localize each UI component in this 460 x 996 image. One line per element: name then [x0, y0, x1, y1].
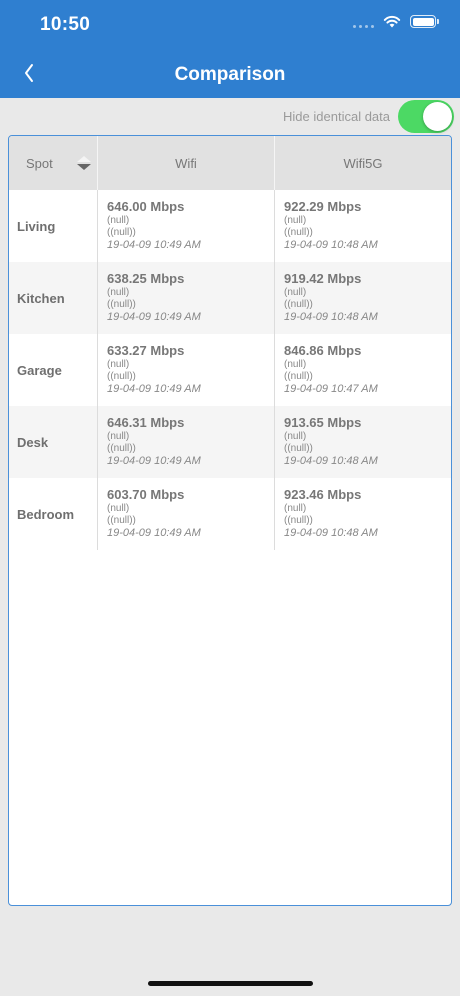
sort-icon	[77, 156, 91, 170]
speed-value: 922.29 Mbps	[284, 199, 362, 214]
wifi-cell: 633.27 Mbps (null) ((null)) 19-04-09 10:…	[97, 334, 274, 406]
speed-value: 846.86 Mbps	[284, 343, 362, 358]
spot-cell: Kitchen	[17, 290, 65, 306]
info-line: (null)	[107, 503, 130, 514]
wifi-cell: 603.70 Mbps (null) ((null)) 19-04-09 10:…	[97, 478, 274, 550]
timestamp: 19-04-09 10:48 AM	[284, 527, 378, 539]
speed-value: 633.27 Mbps	[107, 343, 185, 358]
column-header-spot[interactable]: Spot	[9, 136, 97, 190]
column-header-wifi5g: Wifi5G	[274, 136, 451, 190]
timestamp: 19-04-09 10:48 AM	[284, 239, 378, 251]
speed-value: 913.65 Mbps	[284, 415, 362, 430]
speed-value: 646.00 Mbps	[107, 199, 185, 214]
column-header-label: Spot	[26, 155, 53, 171]
cellular-signal-icon	[353, 16, 374, 28]
table-row: Living 646.00 Mbps (null) ((null)) 19-04…	[9, 190, 451, 262]
wifi5g-cell: 919.42 Mbps (null) ((null)) 19-04-09 10:…	[274, 262, 451, 334]
wifi5g-cell: 923.46 Mbps (null) ((null)) 19-04-09 10:…	[274, 478, 451, 550]
info-line: ((null))	[107, 515, 136, 526]
info-line: (null)	[284, 431, 307, 442]
info-line: (null)	[284, 359, 307, 370]
comparison-table: Spot Wifi Wifi5G Living 646.00 Mbps (nul…	[8, 135, 452, 906]
info-line: ((null))	[284, 227, 313, 238]
speed-value: 638.25 Mbps	[107, 271, 185, 286]
wifi-cell: 646.00 Mbps (null) ((null)) 19-04-09 10:…	[97, 190, 274, 262]
info-line: (null)	[284, 287, 307, 298]
speed-value: 646.31 Mbps	[107, 415, 185, 430]
speed-value: 919.42 Mbps	[284, 271, 362, 286]
timestamp: 19-04-09 10:49 AM	[107, 527, 201, 539]
info-line: ((null))	[284, 443, 313, 454]
wifi-cell: 646.31 Mbps (null) ((null)) 19-04-09 10:…	[97, 406, 274, 478]
nav-header: 10:50 Comparison	[0, 0, 460, 98]
hide-identical-label: Hide identical data	[283, 109, 390, 124]
hide-identical-row: Hide identical data	[283, 100, 454, 133]
table-row: Desk 646.31 Mbps (null) ((null)) 19-04-0…	[9, 406, 451, 478]
spot-cell: Garage	[17, 362, 62, 378]
timestamp: 19-04-09 10:49 AM	[107, 455, 201, 467]
spot-cell: Desk	[17, 434, 49, 450]
timestamp: 19-04-09 10:48 AM	[284, 311, 378, 323]
info-line: ((null))	[107, 299, 136, 310]
status-icons	[353, 15, 439, 28]
info-line: (null)	[284, 503, 307, 514]
column-header-wifi: Wifi	[97, 136, 274, 190]
wifi5g-cell: 846.86 Mbps (null) ((null)) 19-04-09 10:…	[274, 334, 451, 406]
table-row: Garage 633.27 Mbps (null) ((null)) 19-04…	[9, 334, 451, 406]
timestamp: 19-04-09 10:49 AM	[107, 383, 201, 395]
timestamp: 19-04-09 10:47 AM	[284, 383, 378, 395]
info-line: ((null))	[107, 443, 136, 454]
info-line: ((null))	[284, 515, 313, 526]
wifi-icon	[383, 15, 401, 28]
info-line: ((null))	[107, 227, 136, 238]
info-line: (null)	[284, 215, 307, 226]
home-indicator[interactable]	[148, 981, 313, 986]
info-line: ((null))	[284, 299, 313, 310]
info-line: (null)	[107, 359, 130, 370]
info-line: (null)	[107, 287, 130, 298]
hide-identical-switch[interactable]	[398, 100, 454, 133]
battery-icon	[410, 15, 439, 28]
wifi-cell: 638.25 Mbps (null) ((null)) 19-04-09 10:…	[97, 262, 274, 334]
spot-cell: Living	[17, 218, 56, 234]
status-time: 10:50	[40, 14, 91, 35]
timestamp: 19-04-09 10:48 AM	[284, 455, 378, 467]
info-line: ((null))	[284, 371, 313, 382]
table-row: Kitchen 638.25 Mbps (null) ((null)) 19-0…	[9, 262, 451, 334]
timestamp: 19-04-09 10:49 AM	[107, 311, 201, 323]
spot-cell: Bedroom	[17, 506, 75, 522]
wifi5g-cell: 922.29 Mbps (null) ((null)) 19-04-09 10:…	[274, 190, 451, 262]
timestamp: 19-04-09 10:49 AM	[107, 239, 201, 251]
speed-value: 603.70 Mbps	[107, 487, 185, 502]
switch-knob	[423, 102, 452, 131]
info-line: (null)	[107, 215, 130, 226]
page-title: Comparison	[174, 64, 286, 85]
info-line: ((null))	[107, 371, 136, 382]
table-header: Spot Wifi Wifi5G	[9, 136, 451, 190]
table-row: Bedroom 603.70 Mbps (null) ((null)) 19-0…	[9, 478, 451, 550]
info-line: (null)	[107, 431, 130, 442]
speed-value: 923.46 Mbps	[284, 487, 362, 502]
wifi5g-cell: 913.65 Mbps (null) ((null)) 19-04-09 10:…	[274, 406, 451, 478]
